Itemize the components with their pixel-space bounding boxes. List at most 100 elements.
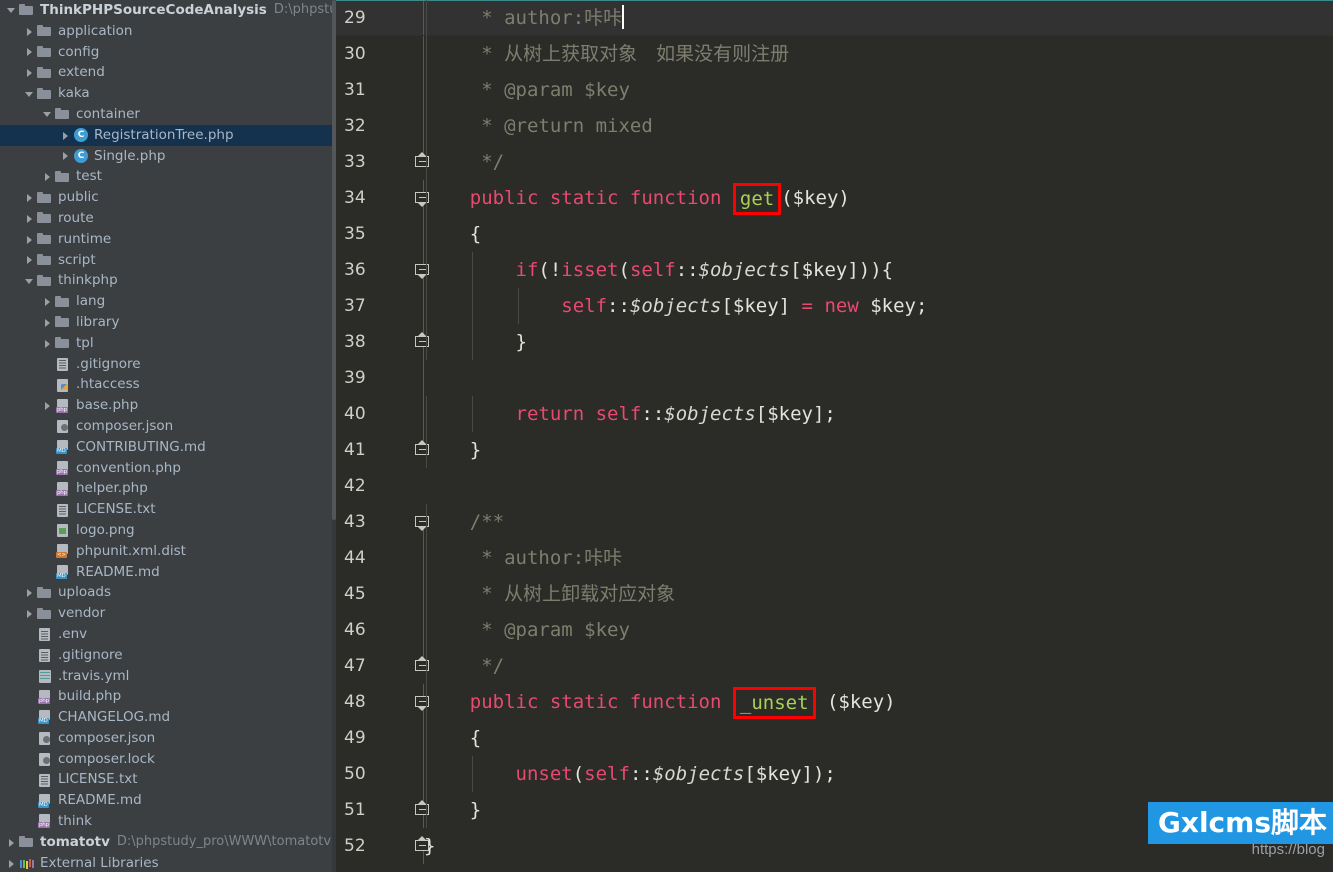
project-tree-panel[interactable]: ThinkPHPSourceCodeAnalysis D:\phpstudy_pr… bbox=[0, 0, 336, 872]
tree-item-single-php[interactable]: C Single.php bbox=[0, 146, 336, 167]
editor-gutter[interactable]: 52 bbox=[336, 828, 429, 864]
code-text[interactable]: } bbox=[424, 324, 1333, 360]
tree-item-readme-md[interactable]: MD README.md bbox=[0, 790, 336, 811]
editor-gutter[interactable]: 34 bbox=[336, 180, 429, 216]
code-line-29[interactable]: 29 * author:咔咔 bbox=[336, 0, 1333, 36]
tree-item-composer-lock[interactable]: composer.lock bbox=[0, 749, 336, 770]
tree-item-runtime[interactable]: runtime bbox=[0, 229, 336, 250]
tree-item-vendor[interactable]: vendor bbox=[0, 603, 336, 624]
code-line-46[interactable]: 46 * @param $key bbox=[336, 612, 1333, 648]
code-line-48[interactable]: 48 public static function _unset ($key) bbox=[336, 684, 1333, 720]
tree-item-registrationtree-php[interactable]: C RegistrationTree.php bbox=[0, 124, 336, 146]
chevron-right-icon[interactable] bbox=[24, 188, 37, 208]
chevron-right-icon[interactable] bbox=[60, 125, 73, 145]
code-lines[interactable]: 29 * author:咔咔 30 * 从树上获取对象 如果没有则注册 31 * @… bbox=[336, 0, 1333, 864]
editor-gutter[interactable]: 50 bbox=[336, 756, 424, 792]
chevron-right-icon[interactable] bbox=[24, 604, 37, 624]
code-text[interactable]: * @param $key bbox=[424, 612, 1333, 648]
chevron-right-icon[interactable] bbox=[42, 292, 55, 312]
code-editor[interactable]: 29 * author:咔咔 30 * 从树上获取对象 如果没有则注册 31 * @… bbox=[336, 0, 1333, 872]
tree-item-route[interactable]: route bbox=[0, 208, 336, 229]
tree-item-readme-md[interactable]: MD README.md bbox=[0, 562, 336, 583]
tree-item-base-php[interactable]: php base.php bbox=[0, 395, 336, 416]
editor-gutter[interactable]: 49 bbox=[336, 720, 424, 756]
editor-gutter[interactable]: 35 bbox=[336, 216, 424, 252]
code-line-49[interactable]: 49 { bbox=[336, 720, 1333, 756]
fold-column[interactable] bbox=[414, 468, 434, 504]
tree-item-phpunit-xml-dist[interactable]: <> phpunit.xml.dist bbox=[0, 541, 336, 562]
chevron-right-icon[interactable] bbox=[24, 583, 37, 603]
code-line-31[interactable]: 31 * @param $key bbox=[336, 72, 1333, 108]
tree-item-container[interactable]: container bbox=[0, 104, 336, 125]
tree-item-thinkphpsourcecodeanalysis[interactable]: ThinkPHPSourceCodeAnalysis D:\phpstudy_pr… bbox=[0, 0, 336, 21]
chevron-right-icon[interactable] bbox=[42, 396, 55, 416]
editor-gutter[interactable]: 46 bbox=[336, 612, 424, 648]
editor-gutter[interactable]: 41 bbox=[336, 432, 429, 468]
code-text[interactable]: * 从树上获取对象 如果没有则注册 bbox=[424, 36, 1333, 72]
code-text[interactable]: /** bbox=[424, 504, 1333, 540]
tree-item-external-libraries[interactable]: External Libraries bbox=[0, 853, 336, 872]
code-line-43[interactable]: 43 /** bbox=[336, 504, 1333, 540]
chevron-right-icon[interactable] bbox=[42, 333, 55, 353]
code-line-44[interactable]: 44 * author:咔咔 bbox=[336, 540, 1333, 576]
tree-item-gitignore[interactable]: .gitignore bbox=[0, 354, 336, 375]
code-line-35[interactable]: 35 { bbox=[336, 216, 1333, 252]
editor-gutter[interactable]: 36 bbox=[336, 252, 429, 288]
tree-item-license-txt[interactable]: LICENSE.txt bbox=[0, 769, 336, 790]
code-line-45[interactable]: 45 * 从树上卸载对应对象 bbox=[336, 576, 1333, 612]
editor-gutter[interactable]: 37 bbox=[336, 288, 424, 324]
tree-item-contributing-md[interactable]: MD CONTRIBUTING.md bbox=[0, 437, 336, 458]
code-text[interactable]: return self::$objects[$key]; bbox=[424, 396, 1333, 432]
project-tree[interactable]: ThinkPHPSourceCodeAnalysis D:\phpstudy_pr… bbox=[0, 0, 336, 872]
code-text[interactable]: * author:咔咔 bbox=[424, 0, 1333, 36]
fold-column[interactable] bbox=[414, 360, 434, 396]
code-line-33[interactable]: 33 */ bbox=[336, 144, 1333, 180]
chevron-right-icon[interactable] bbox=[24, 208, 37, 228]
editor-gutter[interactable]: 40 bbox=[336, 396, 424, 432]
tree-item-library[interactable]: library bbox=[0, 312, 336, 333]
tree-item-test[interactable]: test bbox=[0, 166, 336, 187]
code-line-32[interactable]: 32 * @return mixed bbox=[336, 108, 1333, 144]
chevron-right-icon[interactable] bbox=[6, 853, 19, 872]
tree-item-think[interactable]: php think bbox=[0, 811, 336, 832]
tree-item-config[interactable]: config bbox=[0, 42, 336, 63]
tree-item-travis-yml[interactable]: .travis.yml bbox=[0, 666, 336, 687]
code-text[interactable]: * @return mixed bbox=[424, 108, 1333, 144]
tree-item-changelog-md[interactable]: MD CHANGELOG.md bbox=[0, 707, 336, 728]
code-line-41[interactable]: 41 } bbox=[336, 432, 1333, 468]
chevron-right-icon[interactable] bbox=[24, 63, 37, 83]
editor-gutter[interactable]: 33 bbox=[336, 144, 429, 180]
chevron-right-icon[interactable] bbox=[60, 146, 73, 166]
editor-gutter[interactable]: 48 bbox=[336, 684, 429, 720]
chevron-right-icon[interactable] bbox=[42, 312, 55, 332]
chevron-right-icon[interactable] bbox=[24, 250, 37, 270]
code-line-47[interactable]: 47 */ bbox=[336, 648, 1333, 684]
tree-item-composer-json[interactable]: composer.json bbox=[0, 728, 336, 749]
code-line-42[interactable]: 42 bbox=[336, 468, 1333, 504]
tree-item-tpl[interactable]: tpl bbox=[0, 333, 336, 354]
editor-gutter[interactable]: 45 bbox=[336, 576, 424, 612]
tree-item-license-txt[interactable]: LICENSE.txt bbox=[0, 499, 336, 520]
code-text[interactable]: * @param $key bbox=[424, 72, 1333, 108]
code-text[interactable]: */ bbox=[424, 144, 1333, 180]
tree-item-htaccess[interactable]: .htaccess bbox=[0, 374, 336, 395]
code-line-40[interactable]: 40 return self::$objects[$key]; bbox=[336, 396, 1333, 432]
code-text[interactable]: * author:咔咔 bbox=[424, 540, 1333, 576]
chevron-right-icon[interactable] bbox=[42, 167, 55, 187]
chevron-right-icon[interactable] bbox=[24, 42, 37, 62]
tree-item-kaka[interactable]: kaka bbox=[0, 83, 336, 104]
chevron-down-icon[interactable] bbox=[24, 271, 37, 291]
code-text[interactable]: unset(self::$objects[$key]); bbox=[424, 756, 1333, 792]
code-text[interactable]: * 从树上卸载对应对象 bbox=[424, 576, 1333, 612]
tree-item-composer-json[interactable]: composer.json bbox=[0, 416, 336, 437]
editor-gutter[interactable]: 29 bbox=[336, 1, 424, 35]
chevron-down-icon[interactable] bbox=[24, 84, 37, 104]
chevron-down-icon[interactable] bbox=[42, 104, 55, 124]
tree-item-thinkphp[interactable]: thinkphp bbox=[0, 270, 336, 291]
code-text[interactable]: public static function get ($key) bbox=[424, 180, 1333, 216]
editor-gutter[interactable]: 31 bbox=[336, 72, 424, 108]
tree-item-public[interactable]: public bbox=[0, 187, 336, 208]
code-line-30[interactable]: 30 * 从树上获取对象 如果没有则注册 bbox=[336, 36, 1333, 72]
editor-gutter[interactable]: 44 bbox=[336, 540, 424, 576]
code-line-38[interactable]: 38 } bbox=[336, 324, 1333, 360]
